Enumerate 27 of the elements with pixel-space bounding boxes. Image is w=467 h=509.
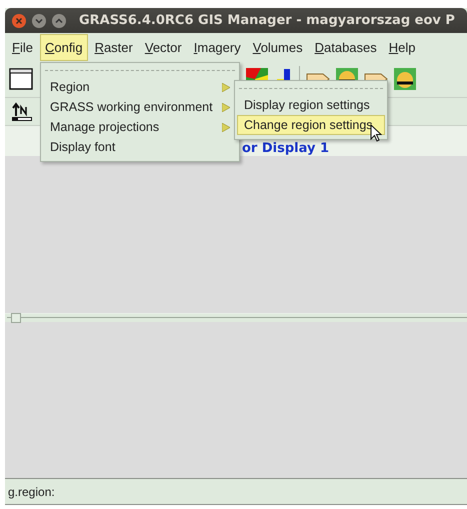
submenu-arrow-icon (222, 102, 230, 112)
menu-item[interactable]: Config (40, 34, 88, 60)
menu-entry[interactable]: Change region settings (237, 115, 385, 135)
north-arrow-icon[interactable] (11, 102, 33, 122)
menu-item[interactable]: Vector (140, 34, 187, 60)
submenu-arrow-icon (222, 82, 230, 92)
pointer-icon (370, 124, 382, 142)
menu-item[interactable]: Help (384, 34, 421, 60)
panel-heading: or Display 1 (242, 141, 330, 156)
divider-handle[interactable] (11, 312, 21, 322)
window-icon[interactable] (9, 67, 33, 91)
menu-item[interactable]: Imagery (188, 34, 246, 60)
maximize-icon[interactable] (51, 12, 67, 28)
close-icon[interactable] (11, 12, 27, 28)
submenu-arrow-icon (222, 122, 230, 132)
menu-item[interactable]: Volumes (248, 34, 308, 60)
menu-entry[interactable]: GRASS working environment (43, 97, 237, 117)
status-text: g.region: (8, 484, 55, 498)
menu-entry[interactable]: Display font (43, 137, 237, 157)
menu-entry[interactable]: Region (43, 77, 237, 97)
menu-item[interactable]: Databases (310, 34, 382, 60)
menu-item[interactable]: File (7, 34, 38, 60)
menu-entry[interactable]: Display region settings (237, 95, 385, 115)
window-title: GRASS6.4.0RC6 GIS Manager - magyarorszag eov P (79, 13, 455, 28)
menu-item[interactable]: Raster (90, 34, 138, 60)
menu-entry[interactable]: Manage projections (43, 117, 237, 137)
minimize-icon[interactable] (31, 12, 47, 28)
